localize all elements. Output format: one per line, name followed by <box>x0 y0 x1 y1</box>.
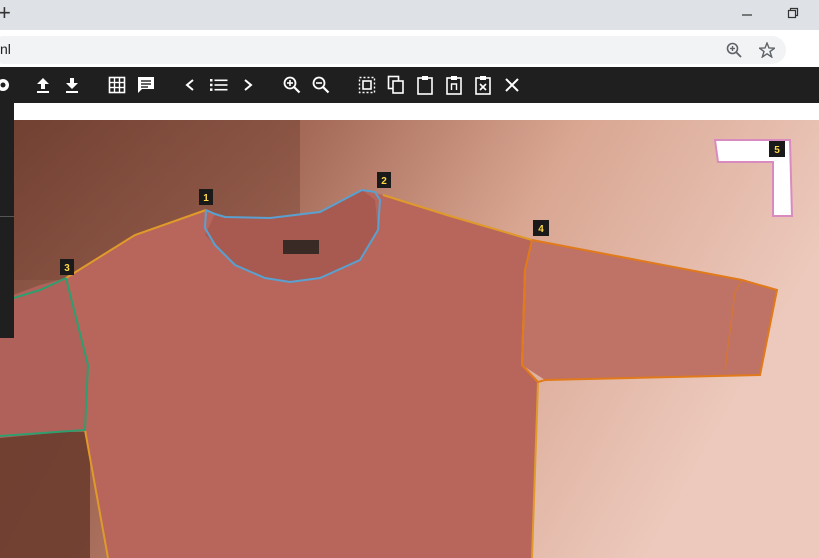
side-panel[interactable] <box>0 100 14 338</box>
minimize-icon <box>742 14 752 16</box>
paste-icon[interactable] <box>412 72 438 98</box>
omnibox[interactable]: nl <box>0 36 786 64</box>
svg-text:2: 2 <box>381 176 387 187</box>
url-text[interactable]: nl <box>0 41 11 57</box>
previous-chevron-icon[interactable] <box>177 72 203 98</box>
keypoint-label-4: 4 <box>533 220 549 236</box>
panel-divider <box>0 216 14 217</box>
bookmark-star-icon[interactable] <box>756 39 778 61</box>
select-all-icon[interactable] <box>354 72 380 98</box>
keypoint-label-1: 1 <box>199 189 213 205</box>
svg-text:5: 5 <box>774 145 780 156</box>
annotation-toolbar <box>0 67 819 103</box>
clear-clipboard-icon[interactable] <box>470 72 496 98</box>
keypoint-label-2: 2 <box>377 172 391 188</box>
svg-text:3: 3 <box>64 263 70 274</box>
image-canvas[interactable]: 1 2 3 4 5 <box>0 103 819 558</box>
download-icon[interactable] <box>59 72 85 98</box>
settings-gear-icon[interactable] <box>0 72 16 98</box>
copy-icon[interactable] <box>383 72 409 98</box>
svg-text:4: 4 <box>538 224 544 235</box>
restore-icon <box>787 7 799 19</box>
minimize-button[interactable] <box>732 2 762 24</box>
keypoint-label-5: 5 <box>769 141 785 157</box>
zoom-out-icon[interactable] <box>308 72 334 98</box>
close-icon[interactable] <box>499 72 525 98</box>
comment-icon[interactable] <box>133 72 159 98</box>
dark-cloth-patch <box>0 432 90 558</box>
next-chevron-icon[interactable] <box>235 72 261 98</box>
address-bar-area: nl M <box>0 30 819 89</box>
keypoint-label-3: 3 <box>60 259 74 275</box>
new-tab-button[interactable]: + <box>0 2 11 24</box>
zoom-icon[interactable] <box>723 39 745 61</box>
browser-tab-strip: + <box>0 0 819 30</box>
zoom-in-icon[interactable] <box>279 72 305 98</box>
paste-shape-icon[interactable] <box>441 72 467 98</box>
grid-icon[interactable] <box>104 72 130 98</box>
shirt-tag <box>283 240 319 254</box>
garment-photo[interactable]: 1 2 3 4 5 <box>0 120 819 558</box>
upload-icon[interactable] <box>30 72 56 98</box>
list-icon[interactable] <box>206 72 232 98</box>
svg-text:1: 1 <box>203 193 209 204</box>
restore-button[interactable] <box>778 2 808 24</box>
